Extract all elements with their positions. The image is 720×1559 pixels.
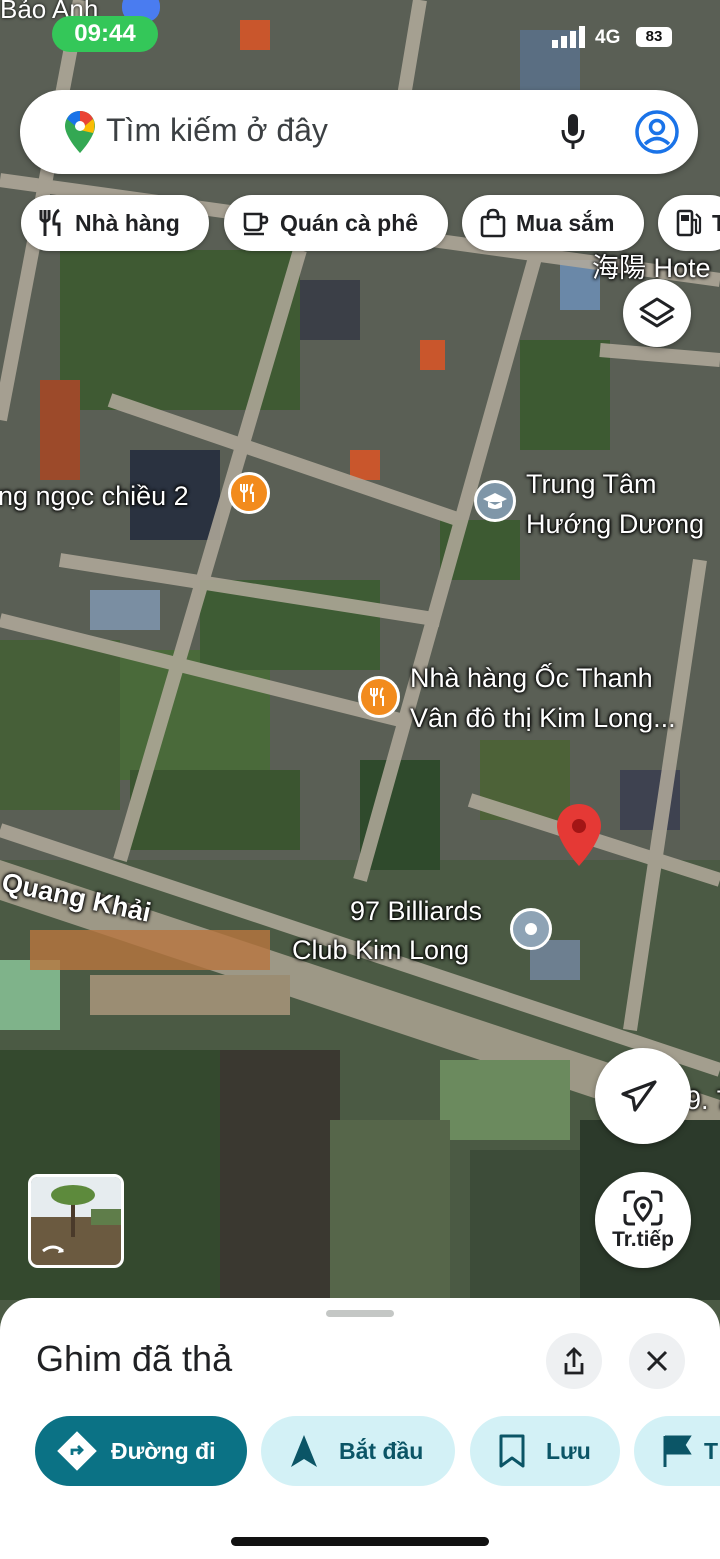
start-label: Bắt đầu <box>339 1437 424 1464</box>
map-label-restaurant-center-line1[interactable]: Nhà hàng Ốc Thanh <box>410 660 653 696</box>
layers-icon <box>639 297 675 328</box>
map-label-billiards-line1[interactable]: 97 Billiards <box>350 893 482 929</box>
directions-label: Đường đi <box>111 1437 216 1464</box>
navigation-icon <box>291 1435 317 1467</box>
map-label-restaurant-left[interactable]: ng ngọc chiều 2 <box>0 478 189 514</box>
navigation-arrow-icon <box>621 1080 657 1112</box>
gas-station-icon <box>676 209 702 237</box>
account-icon[interactable] <box>634 109 680 155</box>
restaurant-icon <box>39 208 61 236</box>
restaurant-center-poi-icon[interactable] <box>358 676 400 718</box>
network-type: 4G <box>595 27 621 48</box>
signal-icon <box>552 26 585 48</box>
restaurant-poi-icon[interactable] <box>228 472 270 514</box>
close-icon <box>646 1350 668 1372</box>
directions-button[interactable]: Đường đi <box>35 1416 247 1486</box>
close-button[interactable] <box>629 1333 685 1389</box>
map-label-billiards-line2[interactable]: Club Kim Long <box>292 932 469 968</box>
chip-label: Mua sắm <box>516 209 615 236</box>
chip-coffee[interactable]: Quán cà phê <box>224 195 448 251</box>
map-label-edge: 9. 7 <box>686 1085 720 1115</box>
street-view-image <box>31 1177 121 1265</box>
map-label-school-line2[interactable]: Hướng Dương <box>526 506 704 542</box>
chip-shopping[interactable]: Mua sắm <box>462 195 644 251</box>
map-label-school-line1[interactable]: Trung Tâm <box>526 466 657 502</box>
maps-logo-icon <box>65 111 95 153</box>
chip-label: Quán cà phê <box>280 209 419 236</box>
shopping-bag-icon <box>480 208 506 238</box>
chip-gas[interactable]: T <box>658 195 720 251</box>
status-time[interactable]: 09:44 <box>52 16 158 52</box>
home-indicator[interactable] <box>231 1537 489 1546</box>
dropped-pin-icon[interactable] <box>555 802 603 868</box>
chip-label: Nhà hàng <box>75 209 180 236</box>
billiards-poi-icon[interactable] <box>510 908 552 950</box>
search-bar[interactable]: Tìm kiếm ở đây <box>20 90 698 174</box>
share-button[interactable] <box>546 1333 602 1389</box>
label-label: T <box>704 1437 719 1464</box>
chip-restaurants[interactable]: Nhà hàng <box>21 195 209 251</box>
save-button[interactable]: Lưu <box>470 1416 620 1486</box>
microphone-icon[interactable] <box>560 112 586 152</box>
street-view-thumbnail[interactable] <box>28 1174 124 1268</box>
directions-icon <box>57 1431 97 1471</box>
chip-label: T <box>712 209 720 236</box>
status-bar: Bảo Anh 09:44 4G 83 <box>0 0 720 72</box>
save-label: Lưu <box>546 1437 591 1464</box>
layers-button[interactable] <box>623 279 691 347</box>
category-chips: Nhà hàng Quán cà phê Mua sắm T <box>0 195 720 251</box>
label-button[interactable]: T <box>634 1416 720 1486</box>
sheet-actions: Đường đi Bắt đầu Lưu T <box>0 1416 720 1486</box>
school-poi-icon[interactable] <box>474 480 516 522</box>
flag-icon <box>663 1435 692 1467</box>
search-input[interactable]: Tìm kiếm ở đây <box>106 112 328 149</box>
bottom-sheet[interactable]: Ghim đã thả Đường đi Bắt đầu Lưu T <box>0 1298 720 1559</box>
start-button[interactable]: Bắt đầu <box>261 1416 455 1486</box>
map-label-restaurant-center-line2[interactable]: Vân đô thị Kim Long... <box>410 700 676 736</box>
live-view-label: Tr.tiếp <box>612 1228 674 1251</box>
bookmark-icon <box>499 1434 525 1468</box>
share-icon <box>564 1347 584 1375</box>
battery-level: 83 <box>636 27 672 47</box>
sheet-drag-handle[interactable] <box>326 1310 394 1317</box>
live-view-button[interactable]: Tr.tiếp <box>595 1172 691 1268</box>
my-location-button[interactable] <box>595 1048 691 1144</box>
sheet-title: Ghim đã thả <box>36 1338 233 1379</box>
coffee-icon <box>243 212 269 236</box>
